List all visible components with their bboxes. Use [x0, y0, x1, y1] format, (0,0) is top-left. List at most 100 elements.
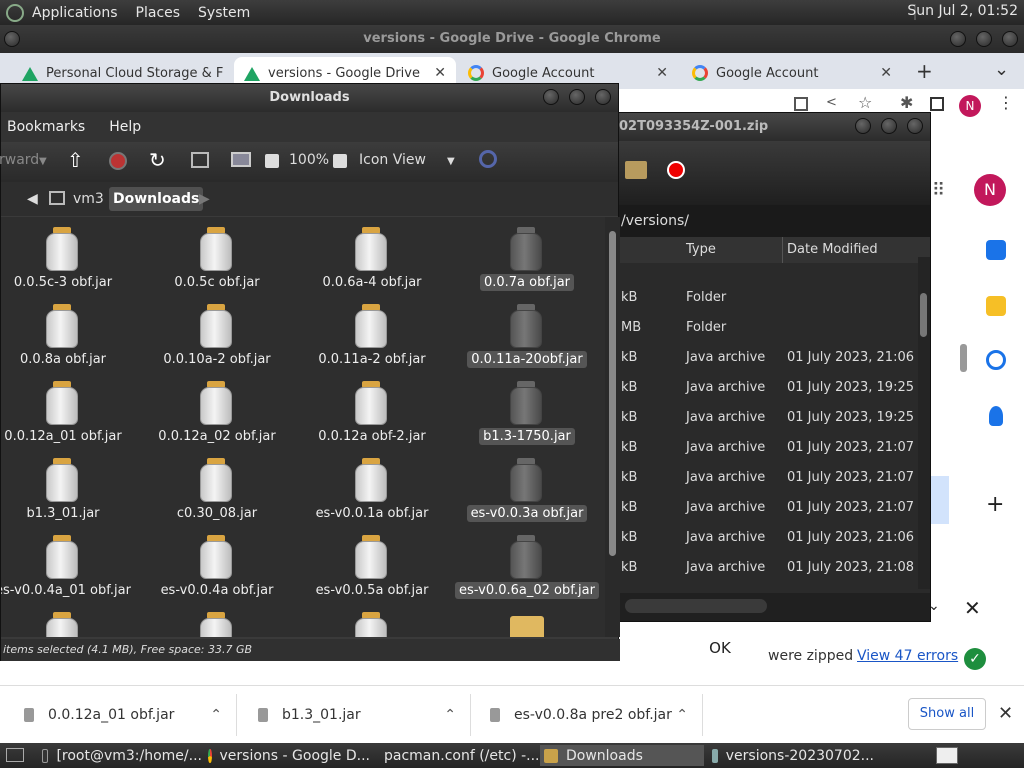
file-item[interactable]: es-v0.0.3a obf.jar: [452, 454, 602, 530]
file-item[interactable]: es-v0.0.4a_01 obf.jar: [1, 531, 138, 607]
close-tab-icon[interactable]: ✕: [656, 65, 668, 81]
archive-row[interactable]: kB Java archive 01 July 2023, 19:25: [619, 403, 919, 433]
file-item[interactable]: c0.30_08.jar: [142, 454, 292, 530]
bookmark-star-icon[interactable]: ☆: [858, 93, 872, 112]
scroll-thumb[interactable]: [920, 293, 927, 337]
file-item[interactable]: [142, 608, 292, 637]
stop-icon[interactable]: [667, 161, 685, 179]
close-downloads-bar-icon[interactable]: ✕: [998, 703, 1013, 724]
file-item[interactable]: 0.0.11a-20obf.jar: [452, 300, 602, 376]
maximize-button[interactable]: [881, 118, 897, 134]
archive-row[interactable]: kB Java archive 01 July 2023, 21:07: [619, 433, 919, 463]
chevron-up-icon[interactable]: ⌃: [444, 707, 456, 723]
search-icon[interactable]: [479, 150, 497, 168]
minimize-button[interactable]: [855, 118, 871, 134]
archive-row[interactable]: kB Java archive 01 July 2023, 21:06: [619, 523, 919, 553]
task-archive[interactable]: versions-20230702...: [708, 745, 874, 766]
up-arrow-icon[interactable]: ⇧: [67, 148, 84, 172]
chevron-up-icon[interactable]: ⌃: [210, 707, 222, 723]
file-item[interactable]: es-v0.0.1a obf.jar: [297, 454, 447, 530]
close-tab-icon[interactable]: ✕: [434, 65, 446, 81]
menu-bookmarks[interactable]: Bookmarks: [7, 119, 85, 135]
install-icon[interactable]: [794, 97, 808, 111]
archive-row[interactable]: kB Java archive 01 July 2023, 19:25: [619, 373, 919, 403]
task-text-editor[interactable]: pacman.conf (/etc) -...: [372, 745, 540, 766]
file-item[interactable]: b1.3_01.jar: [1, 454, 138, 530]
file-item[interactable]: 0.0.5c-3 obf.jar: [1, 223, 138, 299]
archive-row[interactable]: kB Java archive 01 July 2023, 21:08: [619, 553, 919, 583]
ok-button[interactable]: OK: [690, 630, 750, 666]
file-item[interactable]: 0.0.8a obf.jar: [1, 300, 138, 376]
add-addon-icon[interactable]: +: [986, 492, 1004, 517]
workspace-switcher[interactable]: [936, 747, 958, 764]
menu-help[interactable]: Help: [109, 119, 141, 135]
chrome-menu-icon[interactable]: ⋮: [998, 93, 1014, 112]
archive-location[interactable]: /versions/: [619, 205, 930, 237]
path-forward-arrow-icon[interactable]: ▶: [195, 187, 214, 211]
zoom-out-icon[interactable]: [265, 154, 279, 168]
minimize-button[interactable]: [543, 89, 559, 105]
page-scrollbar[interactable]: [960, 344, 967, 372]
crumb-vm3[interactable]: vm3: [69, 187, 108, 211]
file-item[interactable]: 0.0.5c obf.jar: [142, 223, 292, 299]
crumb-downloads[interactable]: Downloads: [109, 187, 204, 211]
extensions-puzzle-icon[interactable]: ✱: [900, 93, 913, 112]
file-item[interactable]: 0.0.12a obf-2.jar: [297, 377, 447, 453]
archive-vertical-scrollbar[interactable]: [918, 257, 930, 589]
file-item[interactable]: es-v0.0.5a obf.jar: [297, 531, 447, 607]
tab-search-chevron-icon[interactable]: ⌄: [994, 59, 1009, 80]
calendar-icon[interactable]: [986, 240, 1006, 260]
file-item[interactable]: b1.3-1750.jar: [452, 377, 602, 453]
file-item[interactable]: [1, 608, 138, 637]
file-item[interactable]: 0.0.12a_02 obf.jar: [142, 377, 292, 453]
file-item[interactable]: 0.0.7a obf.jar: [452, 223, 602, 299]
scroll-thumb[interactable]: [625, 599, 767, 613]
extract-icon[interactable]: [625, 161, 647, 179]
close-window-button[interactable]: [1002, 31, 1018, 47]
file-item[interactable]: es-v0.0.6a_02 obf.jar: [452, 531, 602, 607]
task-downloads[interactable]: Downloads: [540, 745, 704, 766]
tasks-icon[interactable]: [986, 350, 1006, 370]
tab-google-account-2[interactable]: Google Account ✕: [682, 57, 902, 89]
archive-row[interactable]: kB Java archive 01 July 2023, 21:06: [619, 343, 919, 373]
home-icon[interactable]: [191, 152, 209, 168]
forward-button[interactable]: rward: [0, 152, 39, 168]
zoom-in-icon[interactable]: [333, 154, 347, 168]
side-panel-icon[interactable]: [930, 97, 944, 111]
minimize-button[interactable]: [950, 31, 966, 47]
system-logo-icon[interactable]: [6, 3, 24, 22]
file-item[interactable]: 0.0.12a_01 obf.jar: [1, 377, 138, 453]
file-item[interactable]: 0.0.10a-2 obf.jar: [142, 300, 292, 376]
file-item[interactable]: 0.0.11a-2 obf.jar: [297, 300, 447, 376]
profile-avatar[interactable]: N: [959, 95, 981, 117]
close-window-button[interactable]: [595, 89, 611, 105]
close-notification-icon[interactable]: ✕: [964, 596, 981, 620]
menu-places[interactable]: Places: [136, 5, 181, 21]
menu-system[interactable]: System: [198, 5, 250, 21]
file-item[interactable]: es-v0.0.4a obf.jar: [142, 531, 292, 607]
path-back-arrow-icon[interactable]: ◀: [23, 187, 42, 211]
close-window-button[interactable]: [907, 118, 923, 134]
scroll-thumb[interactable]: [609, 231, 616, 556]
chevron-up-icon[interactable]: ⌃: [676, 707, 688, 723]
column-type[interactable]: Type: [686, 237, 716, 263]
archive-row[interactable]: kB Folder: [619, 283, 919, 313]
archive-row[interactable]: MB Folder: [619, 313, 919, 343]
new-tab-button[interactable]: +: [916, 59, 933, 83]
task-chrome[interactable]: versions - Google D...: [204, 745, 370, 766]
contacts-icon[interactable]: [989, 406, 1003, 426]
apps-grid-icon[interactable]: ⠿: [932, 180, 945, 201]
view-errors-link[interactable]: View 47 errors: [857, 648, 958, 664]
maximize-button[interactable]: [569, 89, 585, 105]
show-all-button[interactable]: Show all: [908, 698, 986, 730]
task-terminal[interactable]: [root@vm3:/home/...: [38, 745, 202, 766]
archive-row[interactable]: kB Java archive 01 July 2023, 21:07: [619, 463, 919, 493]
window-menu-button[interactable]: [4, 31, 20, 47]
file-grid-scrollbar[interactable]: [605, 217, 620, 637]
stop-icon[interactable]: [109, 152, 127, 170]
share-icon[interactable]: <: [826, 95, 837, 110]
view-dropdown-chevron-icon[interactable]: ▼: [447, 156, 455, 167]
archive-horizontal-scrollbar[interactable]: [619, 593, 930, 621]
download-item[interactable]: es-v0.0.8a pre2 obf.jar ⌃: [490, 686, 702, 744]
keep-icon[interactable]: [986, 296, 1006, 316]
